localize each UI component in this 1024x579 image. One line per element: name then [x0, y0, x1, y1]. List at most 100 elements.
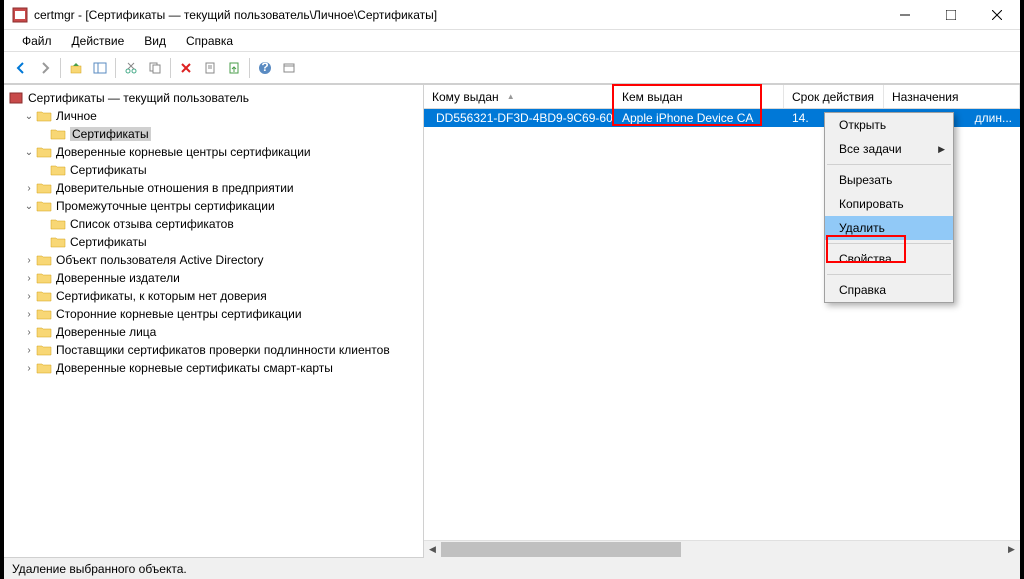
- tree-trusted-people[interactable]: › Доверенные лица: [4, 323, 423, 341]
- ctx-all-tasks[interactable]: Все задачи▶: [825, 137, 953, 161]
- sort-asc-icon: ▲: [507, 92, 515, 101]
- back-button[interactable]: [10, 57, 32, 79]
- forward-button[interactable]: [34, 57, 56, 79]
- menubar: Файл Действие Вид Справка: [4, 30, 1020, 52]
- tree-ad-user-label: Объект пользователя Active Directory: [56, 253, 264, 267]
- tree-ad-user[interactable]: › Объект пользователя Active Directory: [4, 251, 423, 269]
- tree-certificates2-label: Сертификаты: [70, 163, 147, 177]
- status-text: Удаление выбранного объекта.: [12, 562, 187, 576]
- scroll-thumb[interactable]: [441, 542, 681, 557]
- tree-untrusted[interactable]: › Сертификаты, к которым нет доверия: [4, 287, 423, 305]
- tree-trusted-publishers[interactable]: › Доверенные издатели: [4, 269, 423, 287]
- ctx-help[interactable]: Справка: [825, 278, 953, 302]
- statusbar: Удаление выбранного объекта.: [4, 557, 1020, 579]
- export-button[interactable]: [223, 57, 245, 79]
- expand-icon[interactable]: ›: [22, 327, 36, 338]
- expand-icon[interactable]: ›: [22, 273, 36, 284]
- tree-trusted-people-label: Доверенные лица: [56, 325, 156, 339]
- folder-icon: [36, 144, 52, 160]
- ctx-properties[interactable]: Свойства: [825, 247, 953, 271]
- help-button-toolbar[interactable]: ?: [254, 57, 276, 79]
- col-issued-by[interactable]: Кем выдан: [614, 85, 784, 108]
- tree-crl[interactable]: Список отзыва сертификатов: [4, 215, 423, 233]
- col-expiration[interactable]: Срок действия: [784, 85, 884, 108]
- menu-action[interactable]: Действие: [62, 32, 135, 50]
- folder-icon: [36, 198, 52, 214]
- scroll-right-button[interactable]: ▶: [1003, 541, 1020, 558]
- toolbar: ?: [4, 52, 1020, 84]
- tree-client-auth[interactable]: › Поставщики сертификатов проверки подли…: [4, 341, 423, 359]
- menu-view[interactable]: Вид: [134, 32, 176, 50]
- minimize-button[interactable]: [882, 0, 928, 29]
- expand-icon[interactable]: ›: [22, 363, 36, 374]
- collapse-icon[interactable]: ⌄: [22, 147, 36, 158]
- tree-third-party[interactable]: › Сторонние корневые центры сертификации: [4, 305, 423, 323]
- collapse-icon[interactable]: ⌄: [22, 201, 36, 212]
- horizontal-scrollbar[interactable]: ◀ ▶: [424, 540, 1020, 557]
- copy-button[interactable]: [144, 57, 166, 79]
- folder-icon: [36, 324, 52, 340]
- tree-enterprise-trust[interactable]: › Доверительные отношения в предприятии: [4, 179, 423, 197]
- tree-root-label: Сертификаты — текущий пользователь: [28, 91, 249, 105]
- cert-store-icon: [8, 90, 24, 106]
- cell-issued-to: DD556321-DF3D-4BD9-9C69-60...: [424, 111, 614, 125]
- separator: [827, 274, 951, 275]
- ctx-copy[interactable]: Копировать: [825, 192, 953, 216]
- scroll-track[interactable]: [441, 541, 1003, 558]
- maximize-button[interactable]: [928, 0, 974, 29]
- ctx-open[interactable]: Открыть: [825, 113, 953, 137]
- tree-certificates-label: Сертификаты: [70, 127, 151, 141]
- expand-icon[interactable]: ›: [22, 309, 36, 320]
- up-button[interactable]: [65, 57, 87, 79]
- cell-issued-by: Apple iPhone Device CA: [614, 111, 784, 125]
- tree-certificates3-label: Сертификаты: [70, 235, 147, 249]
- tree-trusted-root[interactable]: ⌄ Доверенные корневые центры сертификаци…: [4, 143, 423, 161]
- column-headers: Кому выдан▲ Кем выдан Срок действия Назн…: [424, 85, 1020, 109]
- collapse-icon[interactable]: ⌄: [22, 111, 36, 122]
- tree-panel[interactable]: Сертификаты — текущий пользователь ⌄ Лич…: [4, 85, 424, 557]
- expand-icon[interactable]: ›: [22, 183, 36, 194]
- main-window: certmgr - [Сертификаты — текущий пользов…: [4, 0, 1020, 579]
- close-button[interactable]: [974, 0, 1020, 29]
- expand-icon[interactable]: ›: [22, 255, 36, 266]
- app-icon: [12, 7, 28, 23]
- tree-trusted-publishers-label: Доверенные издатели: [56, 271, 180, 285]
- tree-client-auth-label: Поставщики сертификатов проверки подлинн…: [56, 343, 390, 357]
- cut-button[interactable]: [120, 57, 142, 79]
- content-area: Сертификаты — текущий пользователь ⌄ Лич…: [4, 84, 1020, 557]
- show-hide-tree-button[interactable]: [89, 57, 111, 79]
- delete-button[interactable]: [175, 57, 197, 79]
- tree-certificates-personal[interactable]: Сертификаты: [4, 125, 423, 143]
- folder-icon: [36, 270, 52, 286]
- tree-enterprise-label: Доверительные отношения в предприятии: [56, 181, 294, 195]
- tree-intermediate[interactable]: ⌄ Промежуточные центры сертификации: [4, 197, 423, 215]
- ctx-delete[interactable]: Удалить: [825, 216, 953, 240]
- tree-smartcard[interactable]: › Доверенные корневые сертификаты смарт-…: [4, 359, 423, 377]
- expand-icon[interactable]: ›: [22, 291, 36, 302]
- ctx-cut[interactable]: Вырезать: [825, 168, 953, 192]
- list-body[interactable]: DD556321-DF3D-4BD9-9C69-60... Apple iPho…: [424, 109, 1020, 540]
- refresh-button[interactable]: [278, 57, 300, 79]
- tree-certificates-intermediate[interactable]: Сертификаты: [4, 233, 423, 251]
- folder-icon: [36, 306, 52, 322]
- tree-untrusted-label: Сертификаты, к которым нет доверия: [56, 289, 267, 303]
- properties-button[interactable]: [199, 57, 221, 79]
- tree-certificates-trusted-root[interactable]: Сертификаты: [4, 161, 423, 179]
- separator: [827, 243, 951, 244]
- folder-icon: [50, 234, 66, 250]
- menu-help[interactable]: Справка: [176, 32, 243, 50]
- expand-icon[interactable]: ›: [22, 345, 36, 356]
- tree-intermediate-label: Промежуточные центры сертификации: [56, 199, 275, 213]
- folder-icon: [50, 126, 66, 142]
- list-panel: Кому выдан▲ Кем выдан Срок действия Назн…: [424, 85, 1020, 557]
- col-purposes[interactable]: Назначения: [884, 85, 1020, 108]
- scroll-left-button[interactable]: ◀: [424, 541, 441, 558]
- col-issued-to[interactable]: Кому выдан▲: [424, 85, 614, 108]
- titlebar[interactable]: certmgr - [Сертификаты — текущий пользов…: [4, 0, 1020, 30]
- folder-icon: [50, 162, 66, 178]
- menu-file[interactable]: Файл: [12, 32, 62, 50]
- tree-personal[interactable]: ⌄ Личное: [4, 107, 423, 125]
- separator: [827, 164, 951, 165]
- folder-icon: [36, 252, 52, 268]
- tree-root[interactable]: Сертификаты — текущий пользователь: [4, 89, 423, 107]
